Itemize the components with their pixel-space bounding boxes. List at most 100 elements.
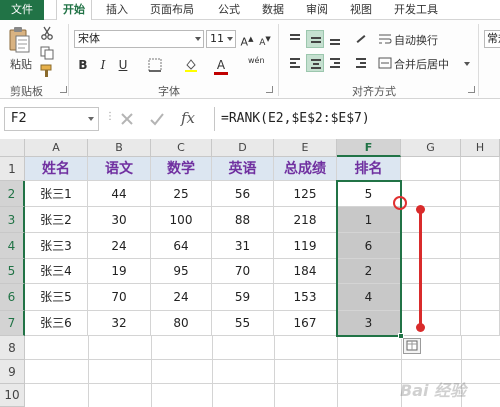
wrap-text-icon[interactable] [378,32,392,46]
font-name-select[interactable]: 宋体 [74,30,204,48]
border-icon[interactable] [148,58,162,72]
table-cell[interactable]: 25 [151,181,212,207]
table-cell[interactable]: 56 [212,181,274,207]
table-cell[interactable]: 218 [274,207,337,233]
table-cell[interactable]: 张三5 [25,284,88,311]
underline-icon[interactable]: U [114,56,132,74]
tab-page-layout[interactable]: 页面布局 [150,0,206,20]
empty-cell[interactable] [461,207,500,233]
orientation-icon[interactable] [352,30,370,48]
row-header[interactable]: 3 [0,207,25,233]
table-cell[interactable]: 31 [212,233,274,259]
table-cell[interactable]: 张三6 [25,311,88,336]
column-header-c[interactable]: C [151,139,212,157]
table-cell[interactable]: 张三2 [25,207,88,233]
empty-cell[interactable] [401,311,461,336]
merge-center-icon[interactable] [378,56,392,70]
tab-insert[interactable]: 插入 [106,0,136,20]
table-cell[interactable]: 80 [151,311,212,336]
empty-cell[interactable] [401,207,461,233]
fill-color-icon[interactable] [184,58,198,72]
table-cell[interactable]: 55 [212,311,274,336]
empty-cell[interactable] [461,311,500,336]
column-header-a[interactable]: A [25,139,88,157]
rank-cell[interactable]: 1 [337,207,401,233]
column-header-e[interactable]: E [274,139,337,157]
enter-icon[interactable] [149,111,165,127]
table-cell[interactable]: 24 [88,233,151,259]
tab-formulas[interactable]: 公式 [218,0,248,20]
table-cell[interactable]: 70 [88,284,151,311]
rank-cell[interactable]: 4 [337,284,401,311]
header-cell-english[interactable]: 英语 [212,157,274,181]
cut-icon[interactable] [40,26,54,40]
row-header[interactable]: 2 [0,181,25,207]
name-box[interactable]: F2 [4,107,99,131]
insert-function-icon[interactable]: fx [181,109,195,127]
table-cell[interactable]: 70 [212,259,274,284]
align-right-icon[interactable] [326,54,344,72]
tab-review[interactable]: 审阅 [306,0,336,20]
table-cell[interactable]: 100 [151,207,212,233]
clipboard-launcher-icon[interactable] [60,86,67,93]
table-cell[interactable]: 19 [88,259,151,284]
paste-icon[interactable] [8,26,30,54]
table-cell[interactable]: 张三4 [25,259,88,284]
table-cell[interactable]: 64 [151,233,212,259]
table-cell[interactable]: 125 [274,181,337,207]
copy-icon[interactable] [40,46,54,60]
empty-cell[interactable] [401,284,461,311]
empty-cell[interactable] [461,284,500,311]
table-cell[interactable]: 张三3 [25,233,88,259]
header-cell-name[interactable]: 姓名 [25,157,88,181]
shrink-font-icon[interactable]: A▼ [256,30,274,48]
chevron-down-icon[interactable] [88,117,94,121]
align-bottom-icon[interactable] [326,30,344,48]
table-cell[interactable]: 24 [151,284,212,311]
rank-cell[interactable]: 2 [337,259,401,284]
empty-cell[interactable] [401,233,461,259]
formula-input[interactable]: =RANK(E2,$E$2:$E$7) [214,107,500,131]
table-cell[interactable]: 30 [88,207,151,233]
table-cell[interactable]: 95 [151,259,212,284]
row-header[interactable]: 8 [0,336,25,360]
format-painter-icon[interactable] [40,64,54,78]
wrap-text-button[interactable]: 自动换行 [394,32,438,48]
tab-home[interactable]: 开始 [56,0,92,21]
alignment-launcher-icon[interactable] [468,86,475,93]
tab-view[interactable]: 视图 [350,0,380,20]
align-left-icon[interactable] [286,54,304,72]
paste-button-label[interactable]: 粘贴 [10,56,32,72]
empty-cell[interactable] [401,181,461,207]
font-size-select[interactable]: 11 [206,30,236,48]
column-header-d[interactable]: D [212,139,274,157]
tab-data[interactable]: 数据 [262,0,292,20]
empty-cell[interactable] [461,157,500,181]
cancel-icon[interactable] [119,111,135,127]
empty-cell[interactable] [461,233,500,259]
table-cell[interactable]: 32 [88,311,151,336]
rank-cell[interactable]: 6 [337,233,401,259]
header-cell-total[interactable]: 总成绩 [274,157,337,181]
header-cell-rank[interactable]: 排名 [337,157,401,181]
column-header-f[interactable]: F [337,139,401,157]
increase-indent-icon[interactable] [352,54,370,72]
row-header[interactable]: 7 [0,311,25,336]
align-middle-icon[interactable] [306,30,324,48]
align-top-icon[interactable] [286,30,304,48]
table-cell[interactable]: 张三1 [25,181,88,207]
font-launcher-icon[interactable] [266,86,273,93]
empty-cell[interactable] [401,157,461,181]
rank-cell[interactable]: 3 [337,311,401,336]
empty-cell[interactable] [461,259,500,284]
row-header[interactable]: 1 [0,157,25,181]
tab-developer[interactable]: 开发工具 [394,0,454,20]
italic-icon[interactable]: I [94,56,112,74]
empty-row[interactable] [25,336,500,360]
table-cell[interactable]: 119 [274,233,337,259]
header-cell-math[interactable]: 数学 [151,157,212,181]
select-all-corner[interactable] [0,139,25,157]
grow-font-icon[interactable]: A▲ [238,30,256,49]
table-cell[interactable]: 167 [274,311,337,336]
merge-center-button[interactable]: 合并后居中 [394,56,449,72]
